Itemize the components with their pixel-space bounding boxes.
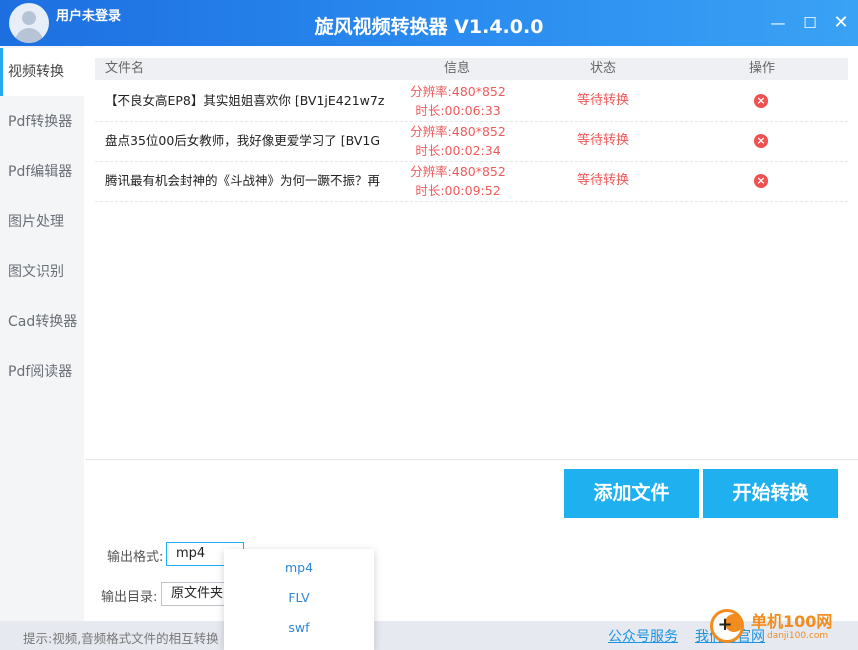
table-row[interactable]: 盘点35位00后女教师，我好像更爱学习了 [BV1G 分辨率:480*852 时… bbox=[95, 121, 848, 162]
app-title: 旋风视频转换器 V1.4.0.0 bbox=[314, 16, 544, 38]
maximize-button[interactable]: ☐ bbox=[801, 14, 819, 32]
status-text: 等待转换 bbox=[576, 93, 629, 108]
title-bar: 用户未登录 旋风视频转换器 V1.4.0.0 — ☐ ✕ bbox=[0, 0, 858, 46]
output-format-label: 输出格式: bbox=[107, 550, 164, 565]
file-resolution: 分辨率:480*852 bbox=[410, 164, 506, 179]
start-convert-button[interactable]: 开始转换 bbox=[703, 469, 838, 518]
footer-tip: 提示:视频,音频格式文件的相互转换 bbox=[23, 631, 219, 646]
minimize-button[interactable]: — bbox=[769, 14, 787, 32]
column-header-info: 信息 bbox=[444, 61, 471, 76]
sidebar: 视频转换 Pdf转换器 Pdf编辑器 图片处理 图文识别 Cad转换器 Pdf阅… bbox=[0, 46, 84, 621]
file-info: 分辨率:480*852 时长:00:06:33 bbox=[398, 82, 518, 120]
table-row[interactable]: 腾讯最有机会封神的《斗战神》为何一蹶不振？再 分辨率:480*852 时长:00… bbox=[95, 161, 848, 202]
delete-icon[interactable]: × bbox=[754, 174, 768, 188]
delete-icon[interactable]: × bbox=[754, 134, 768, 148]
sidebar-item-image-process[interactable]: 图片处理 bbox=[0, 198, 84, 246]
output-dir-label: 输出目录: bbox=[101, 590, 158, 605]
file-name: 盘点35位00后女教师，我好像更爱学习了 [BV1G bbox=[105, 133, 381, 148]
sidebar-item-pdf-converter[interactable]: Pdf转换器 bbox=[0, 98, 84, 146]
sidebar-item-video-convert[interactable]: 视频转换 bbox=[0, 48, 84, 96]
table-row[interactable]: 【不良女高EP8】其实姐姐喜欢你 [BV1jE421w7z 分辨率:480*85… bbox=[95, 81, 848, 122]
sidebar-item-pdf-editor[interactable]: Pdf编辑器 bbox=[0, 148, 84, 196]
watermark: + 单机100网 danji100.com bbox=[707, 606, 858, 650]
table-header: 文件名 信息 状态 操作 bbox=[95, 58, 848, 80]
column-header-filename: 文件名 bbox=[105, 61, 145, 76]
status-text: 等待转换 bbox=[576, 173, 629, 188]
file-name: 腾讯最有机会封神的《斗战神》为何一蹶不振？再 bbox=[105, 173, 381, 188]
delete-icon[interactable]: × bbox=[754, 94, 768, 108]
add-file-button[interactable]: 添加文件 bbox=[564, 469, 699, 518]
official-account-link[interactable]: 公众号服务 bbox=[608, 626, 678, 646]
sidebar-item-cad-converter[interactable]: Cad转换器 bbox=[0, 298, 84, 346]
watermark-text: 单机100网 bbox=[751, 612, 833, 631]
sidebar-item-ocr[interactable]: 图文识别 bbox=[0, 248, 84, 296]
sidebar-item-pdf-reader[interactable]: Pdf阅读器 bbox=[0, 348, 84, 396]
watermark-logo-icon: + bbox=[710, 609, 744, 643]
file-duration: 时长:00:06:33 bbox=[415, 103, 501, 118]
format-option-flv[interactable]: FLV bbox=[224, 583, 374, 613]
watermark-subtext: danji100.com bbox=[767, 631, 829, 641]
file-duration: 时长:00:02:34 bbox=[415, 143, 501, 158]
file-info: 分辨率:480*852 时长:00:02:34 bbox=[398, 122, 518, 160]
file-duration: 时长:00:09:52 bbox=[415, 183, 501, 198]
file-resolution: 分辨率:480*852 bbox=[410, 84, 506, 99]
close-button[interactable]: ✕ bbox=[832, 14, 850, 32]
status-text: 等待转换 bbox=[576, 133, 629, 148]
main-panel: 文件名 信息 状态 操作 【不良女高EP8】其实姐姐喜欢你 [BV1jE421w… bbox=[85, 46, 858, 621]
output-dir-select[interactable]: 原文件夹 bbox=[161, 582, 231, 606]
file-resolution: 分辨率:480*852 bbox=[410, 124, 506, 139]
file-name: 【不良女高EP8】其实姐姐喜欢你 [BV1jE421w7z bbox=[105, 93, 385, 108]
column-header-status: 状态 bbox=[590, 61, 617, 76]
divider bbox=[85, 459, 858, 460]
format-option-mp4[interactable]: mp4 bbox=[224, 553, 374, 583]
format-option-swf[interactable]: swf bbox=[224, 613, 374, 643]
column-header-actions: 操作 bbox=[749, 61, 776, 76]
file-info: 分辨率:480*852 时长:00:09:52 bbox=[398, 162, 518, 200]
format-dropdown: mp4 FLV swf bbox=[224, 549, 374, 650]
